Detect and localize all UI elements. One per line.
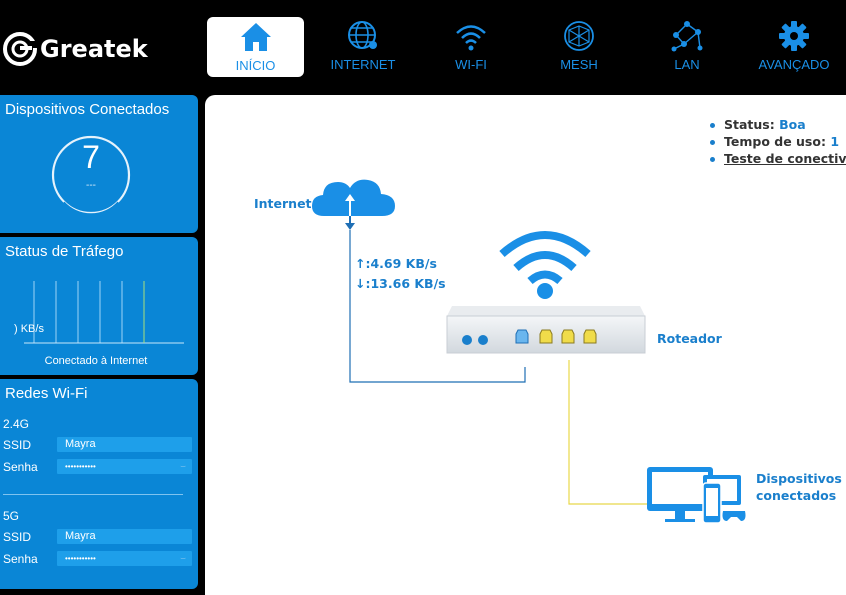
devices-label-2: conectados	[756, 488, 837, 503]
router-label: Roteador	[657, 331, 722, 346]
divider	[3, 494, 183, 495]
wifi-panel-title: Redes Wi-Fi	[5, 385, 88, 402]
home-icon	[239, 20, 273, 54]
band-24g-label: 2.4G	[3, 417, 30, 431]
traffic-panel-title: Status de Tráfego	[5, 243, 124, 260]
router-icon	[446, 306, 646, 361]
greatek-logo-icon	[2, 31, 38, 67]
eye-icon[interactable]: ⌣	[180, 459, 186, 474]
tab-lan[interactable]: LAN	[656, 14, 718, 76]
tab-inicio[interactable]: INÍCIO	[207, 17, 304, 77]
devices-panel[interactable]: Dispositivos Conectados 7 ---	[0, 95, 198, 233]
internet-label: Internet	[254, 196, 312, 211]
lan-icon	[670, 19, 704, 53]
brand-logo: Greatek	[2, 30, 148, 68]
wifi-signal-icon	[498, 228, 592, 307]
device-count: 7	[82, 139, 100, 175]
device-count-sub: ---	[86, 180, 96, 191]
tab-lan-label: LAN	[674, 57, 700, 72]
eye-icon[interactable]: ⌣	[180, 551, 186, 566]
pass-5g-value: •••••••••••	[65, 554, 96, 563]
pass-24g-value: •••••••••••	[65, 462, 96, 471]
tab-mesh[interactable]: MESH	[548, 14, 610, 76]
tab-avancado[interactable]: AVANÇADO	[748, 14, 840, 76]
wifi-icon	[454, 19, 488, 53]
pass-5g-field[interactable]: ••••••••••• ⌣	[57, 551, 192, 566]
devices-label-1: Dispositivos	[756, 471, 842, 486]
traffic-graph	[24, 281, 184, 344]
tab-avancado-label: AVANÇADO	[758, 57, 830, 72]
gear-icon	[777, 19, 811, 53]
ssid-24g-label: SSID	[3, 438, 32, 452]
tab-internet-label: INTERNET	[330, 57, 396, 72]
tab-wifi-label: WI-FI	[455, 57, 487, 72]
cloud-icon	[310, 174, 398, 230]
traffic-caption: Conectado à Internet	[44, 355, 148, 367]
traffic-axis-label: ) KB/s	[14, 323, 44, 335]
tab-internet[interactable]: INTERNET	[322, 14, 404, 76]
pass-5g-label: Senha	[3, 552, 38, 566]
download-rate: ↓:13.66 KB/s	[355, 276, 446, 291]
globe-icon	[346, 19, 380, 53]
band-5g-label: 5G	[3, 509, 20, 523]
pass-24g-field[interactable]: ••••••••••• ⌣	[57, 459, 192, 474]
mesh-icon	[562, 19, 596, 53]
ssid-24g-field[interactable]: Mayra	[57, 437, 192, 452]
tab-wifi[interactable]: WI-FI	[440, 14, 502, 76]
upload-rate: ↑:4.69 KB/s	[355, 256, 437, 271]
brand-name: Greatek	[40, 35, 148, 63]
ssid-5g-label: SSID	[3, 530, 32, 544]
ssid-5g-field[interactable]: Mayra	[57, 529, 192, 544]
connected-devices-icon	[645, 465, 747, 532]
wifi-panel[interactable]: Redes Wi-Fi 2.4G SSID Mayra Senha ••••••…	[0, 379, 198, 589]
tab-inicio-label: INÍCIO	[235, 58, 276, 73]
pass-24g-label: Senha	[3, 460, 38, 474]
devices-panel-title: Dispositivos Conectados	[5, 101, 170, 118]
tab-mesh-label: MESH	[560, 57, 598, 72]
traffic-panel[interactable]: Status de Tráfego ) KB/s Conectado à Int…	[0, 237, 198, 375]
